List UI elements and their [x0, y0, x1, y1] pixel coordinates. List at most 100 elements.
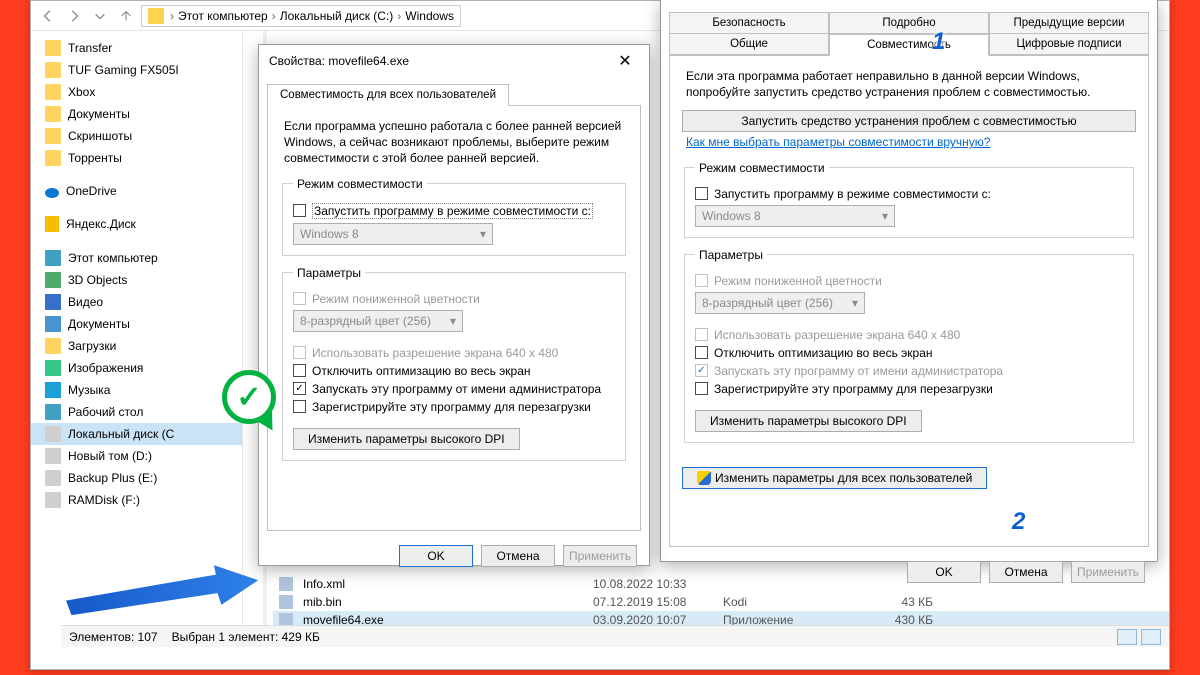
up-icon[interactable] — [115, 5, 137, 27]
change-for-all-users-button[interactable]: Изменить параметры для всех пользователе… — [682, 467, 987, 489]
change-dpi-button[interactable]: Изменить параметры высокого DPI — [293, 428, 520, 450]
view-details-button[interactable] — [1117, 629, 1137, 645]
sidebar-item[interactable]: Backup Plus (E:) — [31, 467, 242, 489]
tab-digital-signatures[interactable]: Цифровые подписи — [989, 33, 1149, 55]
sidebar-item-label: Скриншоты — [68, 129, 132, 143]
breadcrumb-folder[interactable]: Windows — [405, 9, 454, 23]
sidebar-item[interactable]: Торренты — [31, 147, 242, 169]
breadcrumb-pc[interactable]: Этот компьютер — [178, 9, 268, 23]
checkbox-compat-mode[interactable] — [695, 187, 708, 200]
img-icon — [45, 360, 61, 376]
cancel-button[interactable]: Отмена — [481, 545, 555, 567]
sidebar-item[interactable]: Рабочий стол — [31, 401, 242, 423]
checkbox-reduced-color[interactable] — [695, 274, 708, 287]
chevron-right-icon: › — [170, 9, 174, 23]
checkbox-reduced-color-label: Режим пониженной цветности — [714, 274, 882, 288]
file-name: mib.bin — [303, 595, 583, 609]
tab-compat-all-users[interactable]: Совместимость для всех пользователей — [267, 84, 509, 106]
sidebar-item[interactable]: Видео — [31, 291, 242, 313]
ok-button-label: OK — [427, 549, 444, 563]
sidebar-item[interactable]: Скриншоты — [31, 125, 242, 147]
select-compat-os-value: Windows 8 — [702, 209, 761, 223]
checkbox-640x480[interactable] — [695, 328, 708, 341]
history-dropdown-icon[interactable] — [89, 5, 111, 27]
checkbox-reduced-color[interactable] — [293, 292, 306, 305]
sidebar-item[interactable]: TUF Gaming FX505I — [31, 59, 242, 81]
checkbox-reduced-color-label: Режим пониженной цветности — [312, 292, 480, 306]
select-color-depth[interactable]: 8-разрядный цвет (256)▾ — [695, 292, 865, 314]
checkbox-run-as-admin[interactable] — [695, 364, 708, 377]
titlebar[interactable]: Свойства: movefile64.exe ✕ — [259, 45, 649, 77]
file-row[interactable]: mib.bin07.12.2019 15:08Kodi43 КБ — [273, 593, 1169, 611]
checkbox-register-reboot[interactable] — [695, 382, 708, 395]
checkbox-register-reboot-label: Зарегистрируйте эту программу для переза… — [714, 382, 993, 396]
checkbox-disable-fullscreen-opt[interactable] — [293, 364, 306, 377]
forward-icon[interactable] — [63, 5, 85, 27]
folder-icon — [45, 338, 61, 354]
select-compat-os-value: Windows 8 — [300, 227, 359, 241]
folder-icon — [45, 150, 61, 166]
sidebar-item[interactable]: Изображения — [31, 357, 242, 379]
sidebar-item[interactable]: Этот компьютер — [31, 247, 242, 269]
select-compat-os[interactable]: Windows 8 ▾ — [695, 205, 895, 227]
group-compat-mode-label: Режим совместимости — [695, 161, 829, 175]
sidebar-item[interactable]: RAMDisk (F:) — [31, 489, 242, 511]
group-compat-mode: Режим совместимости Запустить программу … — [282, 177, 626, 256]
ok-button[interactable]: OK — [907, 561, 981, 583]
ok-button[interactable]: OK — [399, 545, 473, 567]
back-icon[interactable] — [37, 5, 59, 27]
change-dpi-button[interactable]: Изменить параметры высокого DPI — [695, 410, 922, 432]
tab-details[interactable]: Подробно — [829, 12, 989, 34]
select-color-depth-value: 8-разрядный цвет (256) — [300, 314, 431, 328]
sidebar-item-label: Transfer — [68, 41, 112, 55]
sidebar-item-label: Backup Plus (E:) — [68, 471, 157, 485]
manual-compat-link[interactable]: Как мне выбрать параметры совместимости … — [686, 135, 990, 149]
sidebar-item[interactable]: Музыка — [31, 379, 242, 401]
sidebar-item[interactable]: Новый том (D:) — [31, 445, 242, 467]
chevron-right-icon: › — [272, 9, 276, 23]
cancel-button[interactable]: Отмена — [989, 561, 1063, 583]
sidebar-item[interactable]: Xbox — [31, 81, 242, 103]
file-date: 07.12.2019 15:08 — [593, 595, 713, 609]
sidebar-item[interactable]: Локальный диск (С — [31, 423, 242, 445]
sidebar-item-label: Документы — [68, 107, 130, 121]
shield-icon — [697, 471, 711, 485]
sidebar-item[interactable]: Transfer — [31, 37, 242, 59]
breadcrumb-drive[interactable]: Локальный диск (C:) — [280, 9, 394, 23]
tab-general[interactable]: Общие — [669, 33, 829, 55]
select-color-depth[interactable]: 8-разрядный цвет (256)▾ — [293, 310, 463, 332]
checkbox-disable-fullscreen-opt[interactable] — [695, 346, 708, 359]
checkbox-register-reboot[interactable] — [293, 400, 306, 413]
tab-security[interactable]: Безопасность — [669, 12, 829, 34]
checkbox-run-as-admin[interactable] — [293, 382, 306, 395]
run-troubleshooter-button-label: Запустить средство устранения проблем с … — [741, 114, 1076, 128]
tab-compatibility[interactable]: Совместимость — [829, 34, 989, 56]
close-icon[interactable]: ✕ — [611, 51, 639, 71]
view-icons-button[interactable] — [1141, 629, 1161, 645]
chevron-down-icon: ▾ — [882, 209, 888, 223]
sidebar-item[interactable]: Документы — [31, 313, 242, 335]
select-compat-os[interactable]: Windows 8 ▾ — [293, 223, 493, 245]
sidebar-item-label: Новый том (D:) — [68, 449, 152, 463]
sidebar-item[interactable]: 3D Objects — [31, 269, 242, 291]
file-icon — [279, 595, 293, 609]
sidebar-item[interactable]: Документы — [31, 103, 242, 125]
apply-button[interactable]: Применить — [1071, 561, 1145, 583]
apply-button[interactable]: Применить — [563, 545, 637, 567]
cloud-icon — [45, 188, 59, 198]
checkbox-register-reboot-label: Зарегистрируйте эту программу для переза… — [312, 400, 591, 414]
sidebar-item[interactable]: OneDrive — [31, 181, 242, 201]
breadcrumb[interactable]: › Этот компьютер › Локальный диск (C:) ›… — [141, 5, 461, 27]
sidebar-item-label: Этот компьютер — [68, 251, 158, 265]
checkbox-640x480[interactable] — [293, 346, 306, 359]
sidebar-item[interactable]: Загрузки — [31, 335, 242, 357]
file-type: Kodi — [723, 595, 843, 609]
checkbox-compat-mode-label: Запустить программу в режиме совместимос… — [714, 187, 991, 201]
apply-button-label: Применить — [569, 549, 631, 563]
tab-previous-versions[interactable]: Предыдущие версии — [989, 12, 1149, 34]
sidebar-item[interactable]: Яндекс.Диск — [31, 213, 242, 235]
run-troubleshooter-button[interactable]: Запустить средство устранения проблем с … — [682, 110, 1136, 132]
ok-button-label: OK — [935, 565, 952, 579]
checkbox-compat-mode[interactable] — [293, 204, 306, 217]
cube-icon — [45, 272, 61, 288]
